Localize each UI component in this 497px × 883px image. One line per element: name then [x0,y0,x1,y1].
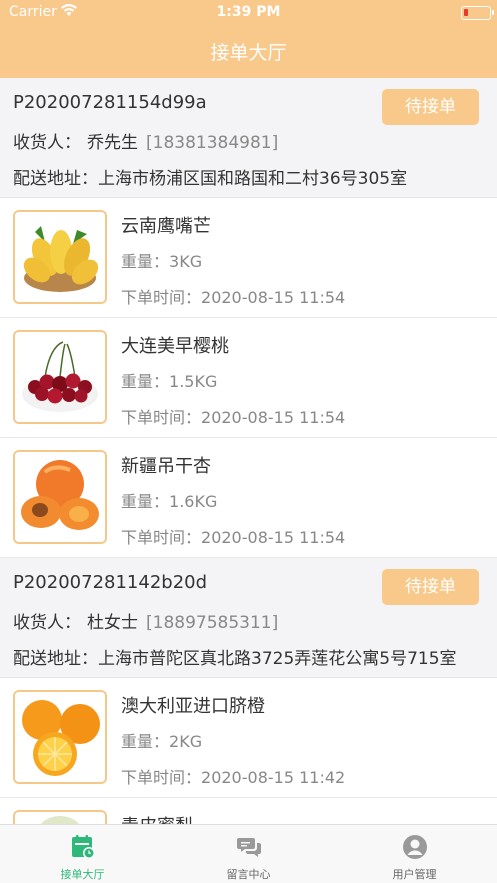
time-label: 下单时间： [121,408,202,427]
user-icon [402,834,428,860]
receiver-label: 收货人： [13,133,81,153]
product-weight: 重量：1.6KG [121,488,217,512]
address-label: 配送地址： [13,649,98,669]
tab-label: 留言中心 [226,868,271,881]
pear-image [13,810,107,824]
address-label: 配送地址： [13,169,98,189]
time-label: 下单时间： [121,528,202,547]
cherry-image [13,330,107,424]
weight-value: 1.6KG [169,492,218,511]
list-item[interactable]: 新疆吊干杏 重量：1.6KG 下单时间：2020-08-15 11:54 [0,438,497,558]
battery-icon [461,6,494,20]
weight-label: 重量： [121,252,170,271]
time-value: 2020-08-15 11:54 [201,408,346,427]
product-name: 青皮蜜梨 [121,812,193,824]
order-header: P202007281142b20d 待接单 收货人： 杜女士 [1889758531… [0,558,497,678]
order-time: 下单时间：2020-08-15 11:42 [121,764,345,788]
tab-label: 用户管理 [392,868,437,881]
weight-value: 2KG [169,732,203,751]
list-item[interactable]: 大连美早樱桃 重量：1.5KG 下单时间：2020-08-15 11:54 [0,318,497,438]
receiver-row: 收货人： 乔先生 [18381384981] [13,128,278,153]
order-id: P202007281142b20d [13,572,208,593]
status-bar: Carrier 1:39 PM [0,0,497,26]
product-weight: 重量：2KG [121,728,202,752]
orange-image [13,690,107,784]
receiver-name: 杜女士 [87,613,138,633]
address-value: 上海市普陀区真北路3725弄莲花公寓5号715室 [98,649,457,669]
time-label: 下单时间： [121,768,202,787]
time-value: 2020-08-15 11:42 [201,768,346,787]
order-hall-icon [70,834,96,860]
product-weight: 重量：1.5KG [121,368,217,392]
receiver-phone[interactable]: [18381384981] [146,133,278,153]
clock: 1:39 PM [216,4,281,20]
time-value: 2020-08-15 11:54 [201,288,346,307]
address-row: 配送地址：上海市普陀区真北路3725弄莲花公寓5号715室 [13,644,457,669]
tab-message-center[interactable]: 留言中心 [166,825,331,883]
message-icon [236,834,262,860]
receiver-row: 收货人： 杜女士 [18897585311] [13,608,278,633]
weight-label: 重量： [121,492,170,511]
list-item[interactable]: 澳大利亚进口脐橙 重量：2KG 下单时间：2020-08-15 11:42 [0,678,497,798]
product-name: 云南鹰嘴芒 [121,216,211,237]
time-label: 下单时间： [121,288,202,307]
receiver-phone[interactable]: [18897585311] [146,613,278,633]
tab-order-hall[interactable]: 接单大厅 [0,825,165,883]
mango-image [13,210,107,304]
product-weight: 重量：3KG [121,248,202,272]
order-list[interactable]: P202007281154d99a 待接单 收货人： 乔先生 [1838138498… [0,78,497,824]
product-name: 澳大利亚进口脐橙 [121,696,265,717]
weight-label: 重量： [121,372,170,391]
order-id: P202007281154d99a [13,92,207,113]
receiver-name: 乔先生 [87,133,138,153]
time-value: 2020-08-15 11:54 [201,528,346,547]
order-time: 下单时间：2020-08-15 11:54 [121,524,345,548]
product-name: 新疆吊干杏 [121,456,211,477]
weight-value: 3KG [169,252,203,271]
receiver-label: 收货人： [13,613,81,633]
weight-value: 1.5KG [169,372,218,391]
address-value: 上海市杨浦区国和路国和二村36号305室 [98,169,408,189]
product-name: 大连美早樱桃 [121,336,229,357]
list-item[interactable]: 云南鹰嘴芒 重量：3KG 下单时间：2020-08-15 11:54 [0,198,497,318]
tab-bar: 接单大厅 留言中心 用户管理 [0,824,497,883]
tab-label: 接单大厅 [60,868,105,881]
list-item[interactable]: 青皮蜜梨 [0,798,497,824]
apricot-image [13,450,107,544]
order-time: 下单时间：2020-08-15 11:54 [121,404,345,428]
accept-order-button[interactable]: 待接单 [382,89,479,125]
order-time: 下单时间：2020-08-15 11:54 [121,284,345,308]
order-header: P202007281154d99a 待接单 收货人： 乔先生 [1838138498… [0,78,497,198]
address-row: 配送地址：上海市杨浦区国和路国和二村36号305室 [13,164,407,189]
page-title: 接单大厅 [210,42,287,64]
accept-order-button[interactable]: 待接单 [382,569,479,605]
tab-user-management[interactable]: 用户管理 [332,825,497,883]
nav-header: Carrier 1:39 PM 接单大厅 [0,0,497,78]
weight-label: 重量： [121,732,170,751]
